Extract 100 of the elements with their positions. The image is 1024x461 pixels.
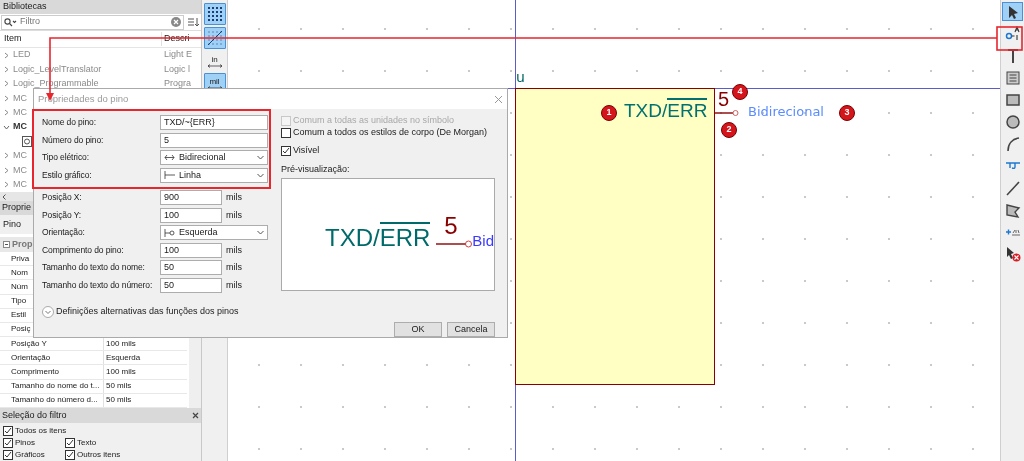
collapsed-chevron-icon[interactable] [3, 94, 10, 102]
input-field[interactable]: 50 [160, 260, 222, 276]
preview-pin-name: TXD/ERR [324, 224, 431, 252]
checkbox-label: Comum a todos os estilos de corpo (De Morgan) [293, 126, 488, 140]
checkbox[interactable] [65, 437, 75, 448]
tree-item[interactable]: LED [13, 48, 31, 62]
unit-toggle[interactable]: in [203, 51, 226, 71]
pin-type: Bidirecional [748, 104, 824, 120]
checkbox-label: Visível [293, 144, 320, 158]
checkbox[interactable] [281, 146, 291, 156]
property-name: Tipo [11, 295, 27, 308]
pin-line-icon [164, 171, 175, 180]
callout-badge: 3 [839, 105, 855, 121]
pin-icon [1004, 25, 1021, 42]
checkbox[interactable] [281, 128, 291, 138]
pin-left-icon [164, 228, 175, 237]
checkbox-label: Todos os itens [15, 424, 67, 437]
tool-button[interactable] [1002, 2, 1023, 21]
collapsed-chevron-icon[interactable] [3, 152, 10, 160]
property-value: 50 mils [105, 380, 132, 393]
tree-item[interactable]: MC [13, 163, 27, 178]
property-name: Posição Y [11, 337, 47, 350]
search-field[interactable]: Filtro [1, 14, 184, 30]
tree-item[interactable]: MC [13, 105, 27, 120]
description-text: Light E [163, 48, 193, 62]
tree-item[interactable]: MC [13, 120, 27, 134]
pin-line[interactable] [715, 109, 739, 117]
preview-pin-type: Bid [472, 232, 494, 250]
expanded-chevron-icon[interactable] [3, 123, 10, 131]
tree-item[interactable]: MC [13, 178, 27, 192]
preview-pin-number: 5 [444, 214, 458, 238]
checkbox-label: Outros itens [77, 448, 121, 461]
property-name: Comprimento [11, 366, 59, 379]
checkbox[interactable] [3, 449, 13, 460]
sort-icon[interactable] [187, 16, 200, 28]
checkbox[interactable] [65, 449, 75, 460]
collapsed-chevron-icon[interactable] [3, 109, 10, 117]
scroll-left-icon[interactable] [2, 193, 6, 200]
field-label: Comprimento do pino: [42, 243, 125, 257]
symbol-icon[interactable] [22, 136, 32, 148]
collapsed-chevron-icon[interactable] [3, 51, 10, 59]
dropdown[interactable]: Bidirecional [160, 150, 268, 166]
checkbox[interactable] [3, 437, 13, 448]
grid-toggle[interactable] [203, 3, 226, 25]
column-header[interactable]: Item [0, 32, 162, 46]
unit-label: mils [226, 278, 242, 292]
caret-icon [257, 155, 264, 161]
input-field[interactable]: 5 [160, 132, 268, 148]
property-name: Tamanho do nome do t... [11, 380, 100, 393]
field-label: Tamanho do texto do número: [42, 278, 154, 292]
field-label: Estilo gráfico: [42, 168, 93, 182]
clear-icon[interactable] [171, 17, 181, 27]
symbol-body[interactable] [515, 88, 715, 385]
property-value: Esquerda [105, 351, 141, 364]
input-field[interactable]: 50 [160, 277, 222, 293]
dialog-button[interactable]: OK [394, 321, 442, 337]
unit-label: mils [226, 191, 242, 204]
property-name: Estil [11, 309, 27, 322]
bezier-icon [1004, 161, 1021, 170]
field-label: Tamanho do texto do nome: [42, 261, 146, 275]
circle-icon [1004, 113, 1021, 130]
description-text: Progra [163, 77, 191, 91]
checkbox[interactable] [3, 425, 13, 436]
caret-icon [257, 230, 264, 236]
preview-pin-line [436, 240, 473, 248]
checkbox-label: Gráficos [15, 448, 45, 461]
textbox-icon [1004, 69, 1021, 86]
pin-name[interactable]: TXD/ERR [624, 100, 708, 122]
rectangle-icon [1004, 91, 1021, 108]
close-icon[interactable] [192, 412, 199, 419]
caret-icon [257, 172, 264, 178]
unit-label: mils [226, 208, 242, 222]
dropdown[interactable]: Esquerda [160, 225, 268, 241]
input-field[interactable]: TXD/~{ERR} [160, 115, 268, 131]
collapsed-chevron-icon[interactable] [3, 166, 10, 174]
collapse-icon[interactable] [3, 240, 10, 248]
dropdown[interactable]: Linha [160, 167, 268, 183]
collapsed-chevron-icon[interactable] [3, 65, 10, 73]
unit-label: mils [226, 243, 242, 257]
grid-overlay-toggle[interactable] [203, 27, 226, 49]
field-label: Nome do pino: [42, 116, 97, 130]
input-field[interactable]: 100 [160, 207, 222, 223]
input-field[interactable]: 100 [160, 242, 222, 258]
double-arrow-icon [206, 85, 223, 90]
dialog-title: Propriedades do pino [38, 91, 129, 106]
panel-title: Bibliotecas [0, 0, 201, 14]
tree-item[interactable]: MC [13, 149, 27, 163]
property-name: Núm [11, 280, 28, 293]
property-name: Nom [11, 266, 28, 279]
input-field[interactable]: 900 [160, 190, 222, 206]
property-name: Posiç [11, 323, 31, 336]
property-name: Priva [11, 252, 30, 265]
tree-item[interactable]: MC [13, 91, 27, 106]
property-name: Orientação [11, 351, 51, 364]
pin-number[interactable]: 5 [718, 89, 730, 109]
property-value: 100 mils [105, 337, 136, 350]
dialog-button[interactable]: Cancela [447, 321, 495, 337]
collapsed-chevron-icon[interactable] [3, 80, 10, 88]
collapsed-chevron-icon[interactable] [3, 181, 10, 189]
property-value: 100 mils [105, 366, 136, 379]
